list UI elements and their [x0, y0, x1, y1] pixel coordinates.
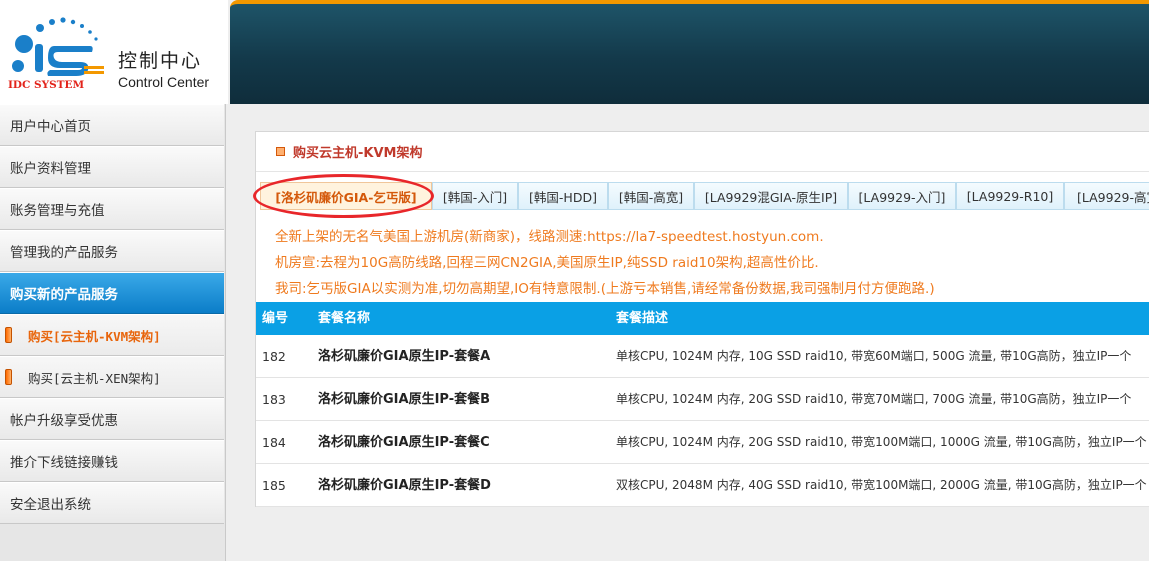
logo-brand-text: IDC SYSTEM — [8, 79, 85, 91]
table-header-row: 编号 套餐名称 套餐描述 — [256, 302, 1149, 335]
sidebar-item-my-services[interactable]: 管理我的产品服务 — [0, 230, 224, 272]
sidebar-item-label: 推介下线链接赚钱 — [10, 455, 118, 471]
tab-la-gia-budget[interactable]: [洛杉矶廉价GIA-乞丐版] — [260, 182, 432, 210]
tab-label: [韩国-HDD] — [529, 189, 597, 205]
sidebar-item-label: 购买[云主机-XEN架构] — [28, 370, 161, 386]
sidebar-item-label: 管理我的产品服务 — [10, 245, 118, 261]
tab-label: [LA9929-入门] — [858, 189, 946, 205]
sidebar-item-label: 购买新的产品服务 — [10, 287, 118, 303]
table-row[interactable]: 185 洛杉矶廉价GIA原生IP-套餐D 双核CPU, 2048M 内存, 40… — [256, 464, 1149, 507]
bullet-icon — [5, 327, 12, 343]
plan-id: 184 — [262, 435, 286, 450]
sidebar-item-profile[interactable]: 账户资料管理 — [0, 146, 224, 188]
notice-line-new-datacenter: 全新上架的无名气美国上游机房(新商家)，线路测速:https://la7-spe… — [275, 229, 824, 245]
sidebar-item-label: 账务管理与充值 — [10, 203, 105, 219]
tab-korea-basic[interactable]: [韩国-入门] — [432, 182, 518, 210]
plan-name-link[interactable]: 洛杉矶廉价GIA原生IP-套餐C — [318, 421, 490, 464]
tab-label: [LA9929-高宽] — [1077, 189, 1149, 205]
column-header-name: 套餐名称 — [318, 311, 371, 326]
sidebar-item-referral[interactable]: 推介下线链接赚钱 — [0, 440, 224, 482]
tab-label: [洛杉矶廉价GIA-乞丐版] — [275, 189, 417, 205]
sidebar-item-label: 安全退出系统 — [10, 497, 91, 513]
sidebar-item-home[interactable]: 用户中心首页 — [0, 104, 224, 146]
tab-label: [LA9929-R10] — [966, 188, 1054, 204]
sidebar-item-label: 用户中心首页 — [10, 119, 91, 135]
sidebar-item-upgrade[interactable]: 帐户升级享受优惠 — [0, 398, 224, 440]
tab-label: [韩国-入门] — [442, 189, 508, 205]
tab-la9929-bandwidth[interactable]: [LA9929-高宽] — [1064, 182, 1149, 210]
section-square-icon — [276, 147, 285, 156]
sidebar-nav: 用户中心首页 账户资料管理 账务管理与充值 管理我的产品服务 购买新的产品服务 … — [0, 104, 226, 561]
sidebar-item-label: 帐户升级享受优惠 — [10, 413, 118, 429]
plan-name-link[interactable]: 洛杉矶廉价GIA原生IP-套餐B — [318, 378, 490, 421]
sidebar-item-billing[interactable]: 账务管理与充值 — [0, 188, 224, 230]
notice-block: 全新上架的无名气美国上游机房(新商家)，线路测速:https://la7-spe… — [275, 224, 1149, 302]
plan-id: 185 — [262, 478, 286, 493]
plan-description: 单核CPU, 1024M 内存, 10G SSD raid10, 带宽60M端口… — [616, 349, 1132, 363]
control-center-title-en: Control Center — [118, 74, 210, 90]
control-center-title-cn: 控制中心 — [118, 50, 203, 72]
tab-la9929-basic[interactable]: [LA9929-入门] — [848, 182, 956, 210]
sidebar-subitem-buy-xen[interactable]: 购买[云主机-XEN架构] — [0, 356, 224, 398]
logo-area: IDC SYSTEM 控制中心 Control Center — [0, 0, 228, 104]
page-title: 购买云主机-KVM架构 — [293, 146, 423, 161]
plan-name-link[interactable]: 洛杉矶廉价GIA原生IP-套餐A — [318, 335, 490, 378]
plan-id: 183 — [262, 392, 286, 407]
tab-la9929-gia-native-ip[interactable]: [LA9929混GIA-原生IP] — [694, 182, 848, 210]
purchase-panel: 购买云主机-KVM架构 [洛杉矶廉价GIA-乞丐版] [韩国-入门] [韩国-H… — [253, 131, 1149, 507]
column-header-id: 编号 — [262, 311, 289, 326]
sidebar-item-label: 购买[云主机-KVM架构] — [28, 328, 161, 344]
tab-korea-hdd[interactable]: [韩国-HDD] — [518, 182, 608, 210]
plan-description: 双核CPU, 2048M 内存, 40G SSD raid10, 带宽100M端… — [616, 478, 1147, 492]
plan-description: 单核CPU, 1024M 内存, 20G SSD raid10, 带宽100M端… — [616, 435, 1147, 449]
tab-label: [韩国-高宽] — [618, 189, 684, 205]
notice-line-datacenter-claim: 机房宣:去程为10G高防线路,回程三网CN2GIA,美国原生IP,纯SSD ra… — [275, 255, 819, 271]
sidebar-item-logout[interactable]: 安全退出系统 — [0, 482, 224, 524]
plan-id: 182 — [262, 349, 286, 364]
header-banner — [230, 0, 1149, 104]
table-row[interactable]: 183 洛杉矶廉价GIA原生IP-套餐B 单核CPU, 1024M 内存, 20… — [256, 378, 1149, 421]
plan-description: 单核CPU, 1024M 内存, 20G SSD raid10, 带宽70M端口… — [616, 392, 1132, 406]
sidebar-item-buy-services[interactable]: 购买新的产品服务 — [0, 272, 224, 314]
idc-system-logo: IDC SYSTEM — [8, 17, 104, 91]
sidebar-subitem-buy-kvm[interactable]: 购买[云主机-KVM架构] — [0, 314, 224, 356]
plan-name-link[interactable]: 洛杉矶廉价GIA原生IP-套餐D — [318, 464, 491, 507]
column-header-desc: 套餐描述 — [616, 311, 669, 326]
tab-la9929-r10[interactable]: [LA9929-R10] — [956, 182, 1064, 210]
bullet-icon — [5, 369, 12, 385]
tab-korea-bandwidth[interactable]: [韩国-高宽] — [608, 182, 694, 210]
panel-header: 购买云主机-KVM架构 — [256, 132, 1149, 172]
sidebar-item-label: 账户资料管理 — [10, 161, 91, 177]
table-row[interactable]: 184 洛杉矶廉价GIA原生IP-套餐C 单核CPU, 1024M 内存, 20… — [256, 421, 1149, 464]
notice-line-company-disclaimer: 我司:乞丐版GIA以实测为准,切勿高期望,IO有特意限制.(上游亏本销售,请经常… — [275, 281, 935, 297]
tab-label: [LA9929混GIA-原生IP] — [704, 189, 838, 205]
table-row[interactable]: 182 洛杉矶廉价GIA原生IP-套餐A 单核CPU, 1024M 内存, 10… — [256, 335, 1149, 378]
product-tab-bar: [洛杉矶廉价GIA-乞丐版] [韩国-入门] [韩国-HDD] [韩国-高宽] … — [253, 174, 1149, 218]
